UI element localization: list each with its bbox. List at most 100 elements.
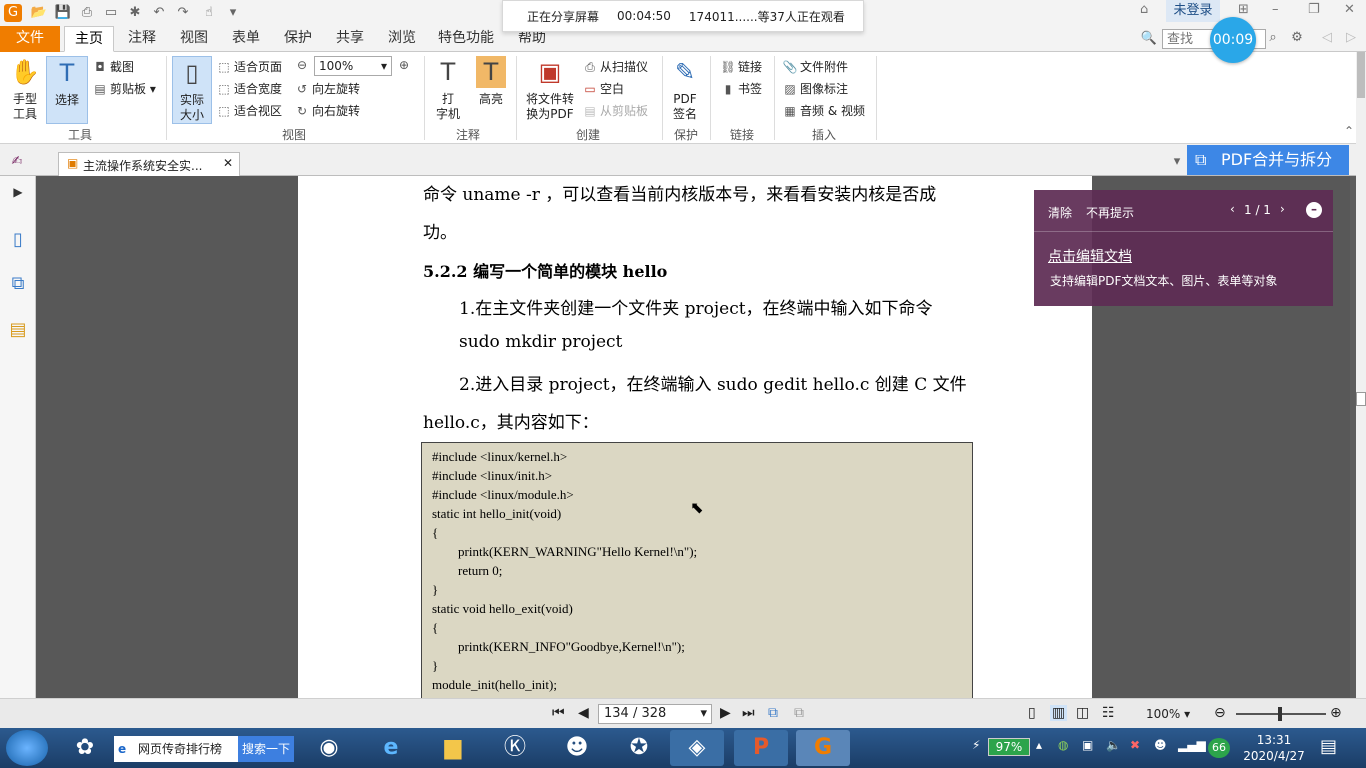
tab-list-icon[interactable]: ▾ [1168,153,1186,171]
tip-edit-link[interactable]: 点击编辑文档 [1048,246,1132,266]
zoom-slider[interactable] [1236,707,1326,721]
k-app-icon[interactable]: Ⓚ [488,730,542,766]
zoom-out-button[interactable]: ⊖ [294,58,312,72]
tip-close-icon[interactable]: – [1306,202,1322,218]
taskbar-search-button[interactable]: 搜索一下 [238,736,294,762]
tab-comment[interactable]: 注释 [118,26,166,52]
powerpoint-icon[interactable]: P [734,730,788,766]
tab-protect[interactable]: 保护 [274,26,322,52]
page-number-input[interactable]: 134 / 328 ▾ [598,704,712,724]
typewriter-button[interactable]: T 打 字机 [430,56,466,122]
internet-explorer-icon[interactable]: e [364,730,418,766]
tray-clock[interactable]: 13:31 2020/4/27 [1240,732,1308,764]
pdf-merge-split-button[interactable]: ⧉ PDF合并与拆分 [1187,145,1349,175]
meeting-timer[interactable]: 00:09 [1210,17,1256,63]
tip-prev-icon[interactable]: ‹ [1230,202,1235,216]
restore-icon[interactable]: ❐ [1308,2,1320,17]
new-icon[interactable]: ✱ [126,4,144,22]
tray-app-icon[interactable]: ▣ [1082,738,1093,752]
zoom-select[interactable]: 100% ▾ [314,56,392,76]
login-button[interactable]: 未登录 [1166,0,1220,22]
collapse-ribbon-icon[interactable]: ⌃ [1344,124,1354,138]
bookmark-panel-icon[interactable]: ▯ [6,228,30,252]
pdf-app-icon[interactable]: G [796,730,850,766]
hand-tool-button[interactable]: ✋ 手型 工具 [6,56,44,122]
zoom-status[interactable]: 100% ▾ [1146,707,1190,721]
minimize-icon[interactable]: – [1272,2,1279,17]
fit-width-button[interactable]: ⬚ 适合宽度 [216,80,282,97]
fit-page-button[interactable]: ⬚ 适合页面 [216,58,282,75]
zoom-slider-handle[interactable] [1278,707,1282,721]
tip-next-icon[interactable]: › [1280,202,1285,216]
layout-icon[interactable]: ⊞ [1238,2,1249,17]
convert-to-pdf-button[interactable]: ▣ 将文件转 换为PDF [522,56,578,122]
scroll-marker[interactable] [1356,392,1366,406]
rotate-left-button[interactable]: ↺ 向左旋转 [294,80,360,97]
actual-size-button[interactable]: ▯ 实际 大小 [172,56,212,124]
undo-icon[interactable]: ↶ [150,4,168,22]
view-mode-icon[interactable]: ⧉ [768,705,778,721]
save-icon[interactable]: 💾 [54,4,72,22]
screenshot-button[interactable]: ◘ 截图 [92,58,134,75]
page-icon[interactable]: ▭ [102,4,120,22]
settings-icon[interactable]: ⚙ [1288,29,1306,47]
comments-panel-icon[interactable]: ▤ [6,318,30,342]
open-icon[interactable]: 📂 [30,4,48,22]
forward-icon[interactable]: ▷ [1342,29,1360,47]
qq-icon[interactable]: ☻ [550,730,604,766]
start-button[interactable] [6,730,48,766]
tab-file[interactable]: 文件 [0,26,60,52]
show-hidden-icons[interactable]: ▴ [1036,738,1042,752]
highlight-button[interactable]: T 高亮 [472,56,510,107]
search-icon[interactable]: ⌕ [1264,29,1282,47]
back-icon[interactable]: ◁ [1318,29,1336,47]
zoom-out-icon[interactable]: ⊖ [1214,705,1226,721]
document-tab[interactable]: ▣ 主流操作系统安全实... ✕ [58,152,240,176]
continuous-facing-icon[interactable]: ☷ [1102,705,1115,721]
tab-home[interactable]: 主页 [64,26,114,52]
fit-view-button[interactable]: ⬚ 适合视区 [216,102,282,119]
expand-arrow-icon[interactable]: ▶ [6,180,30,204]
network-icon[interactable]: ▂▄▆ [1178,738,1206,752]
notification-icon[interactable]: ▤ [1320,736,1337,757]
file-attachment-button[interactable]: 📎 文件附件 [782,58,849,75]
tab-browse[interactable]: 浏览 [378,26,426,52]
tray-app-icon[interactable]: ◍ [1058,738,1068,752]
scroll-thumb[interactable] [1357,52,1365,98]
meeting-app-icon[interactable]: ◈ [670,730,724,766]
tip-clear-button[interactable]: 清除 [1048,204,1072,221]
view-mode-icon[interactable]: ⧉ [794,705,804,721]
hand-menu-icon[interactable]: ☝ [200,4,218,22]
qq-tray-icon[interactable]: ☻ [1154,738,1167,752]
file-explorer-icon[interactable]: ▆ [426,730,480,766]
from-clipboard-button[interactable]: ▤ 从剪贴板 [582,102,648,119]
power-icon[interactable]: ⚡ [972,738,980,752]
tab-form[interactable]: 表单 [222,26,270,52]
redo-icon[interactable]: ↷ [174,4,192,22]
find-folder-icon[interactable]: 🔍 [1140,30,1158,48]
volume-icon[interactable]: 🔈 [1106,738,1121,752]
tip-no-remind-button[interactable]: 不再提示 [1086,204,1134,221]
vertical-scrollbar[interactable] [1356,52,1366,698]
tab-features[interactable]: 特色功能 [428,26,504,52]
continuous-page-icon[interactable]: ▥ [1050,705,1068,721]
browser-360-icon[interactable]: ◉ [302,730,356,766]
audio-video-button[interactable]: ▦ 音频 & 视频 [782,102,865,119]
blank-button[interactable]: ▭ 空白 [582,80,624,97]
print-icon[interactable]: ⎙ [78,4,96,22]
bookmark-button[interactable]: ▮ 书签 [720,80,762,97]
link-button[interactable]: ⛓ 链接 [720,58,762,75]
tab-share[interactable]: 共享 [326,26,374,52]
game-app-icon[interactable]: ✪ [612,730,666,766]
from-scanner-button[interactable]: ⎙ 从扫描仪 [582,58,648,75]
last-page-icon[interactable]: ⏭ [742,705,755,721]
battery-indicator[interactable]: 97% [988,738,1030,756]
pdf-page[interactable]: 命令 uname -r ，可以查看当前内核版本号，来看看安装内核是否成 功。 5… [298,176,1092,698]
skin-icon[interactable]: ⌂ [1140,2,1148,17]
prev-page-icon[interactable]: ◀ [578,705,589,721]
tray-app-icon[interactable]: ✖ [1130,738,1140,752]
image-annotation-button[interactable]: ▨ 图像标注 [782,80,848,97]
tab-view[interactable]: 视图 [170,26,218,52]
close-tab-icon[interactable]: ✕ [223,156,233,170]
rotate-right-button[interactable]: ↻ 向右旋转 [294,102,360,119]
